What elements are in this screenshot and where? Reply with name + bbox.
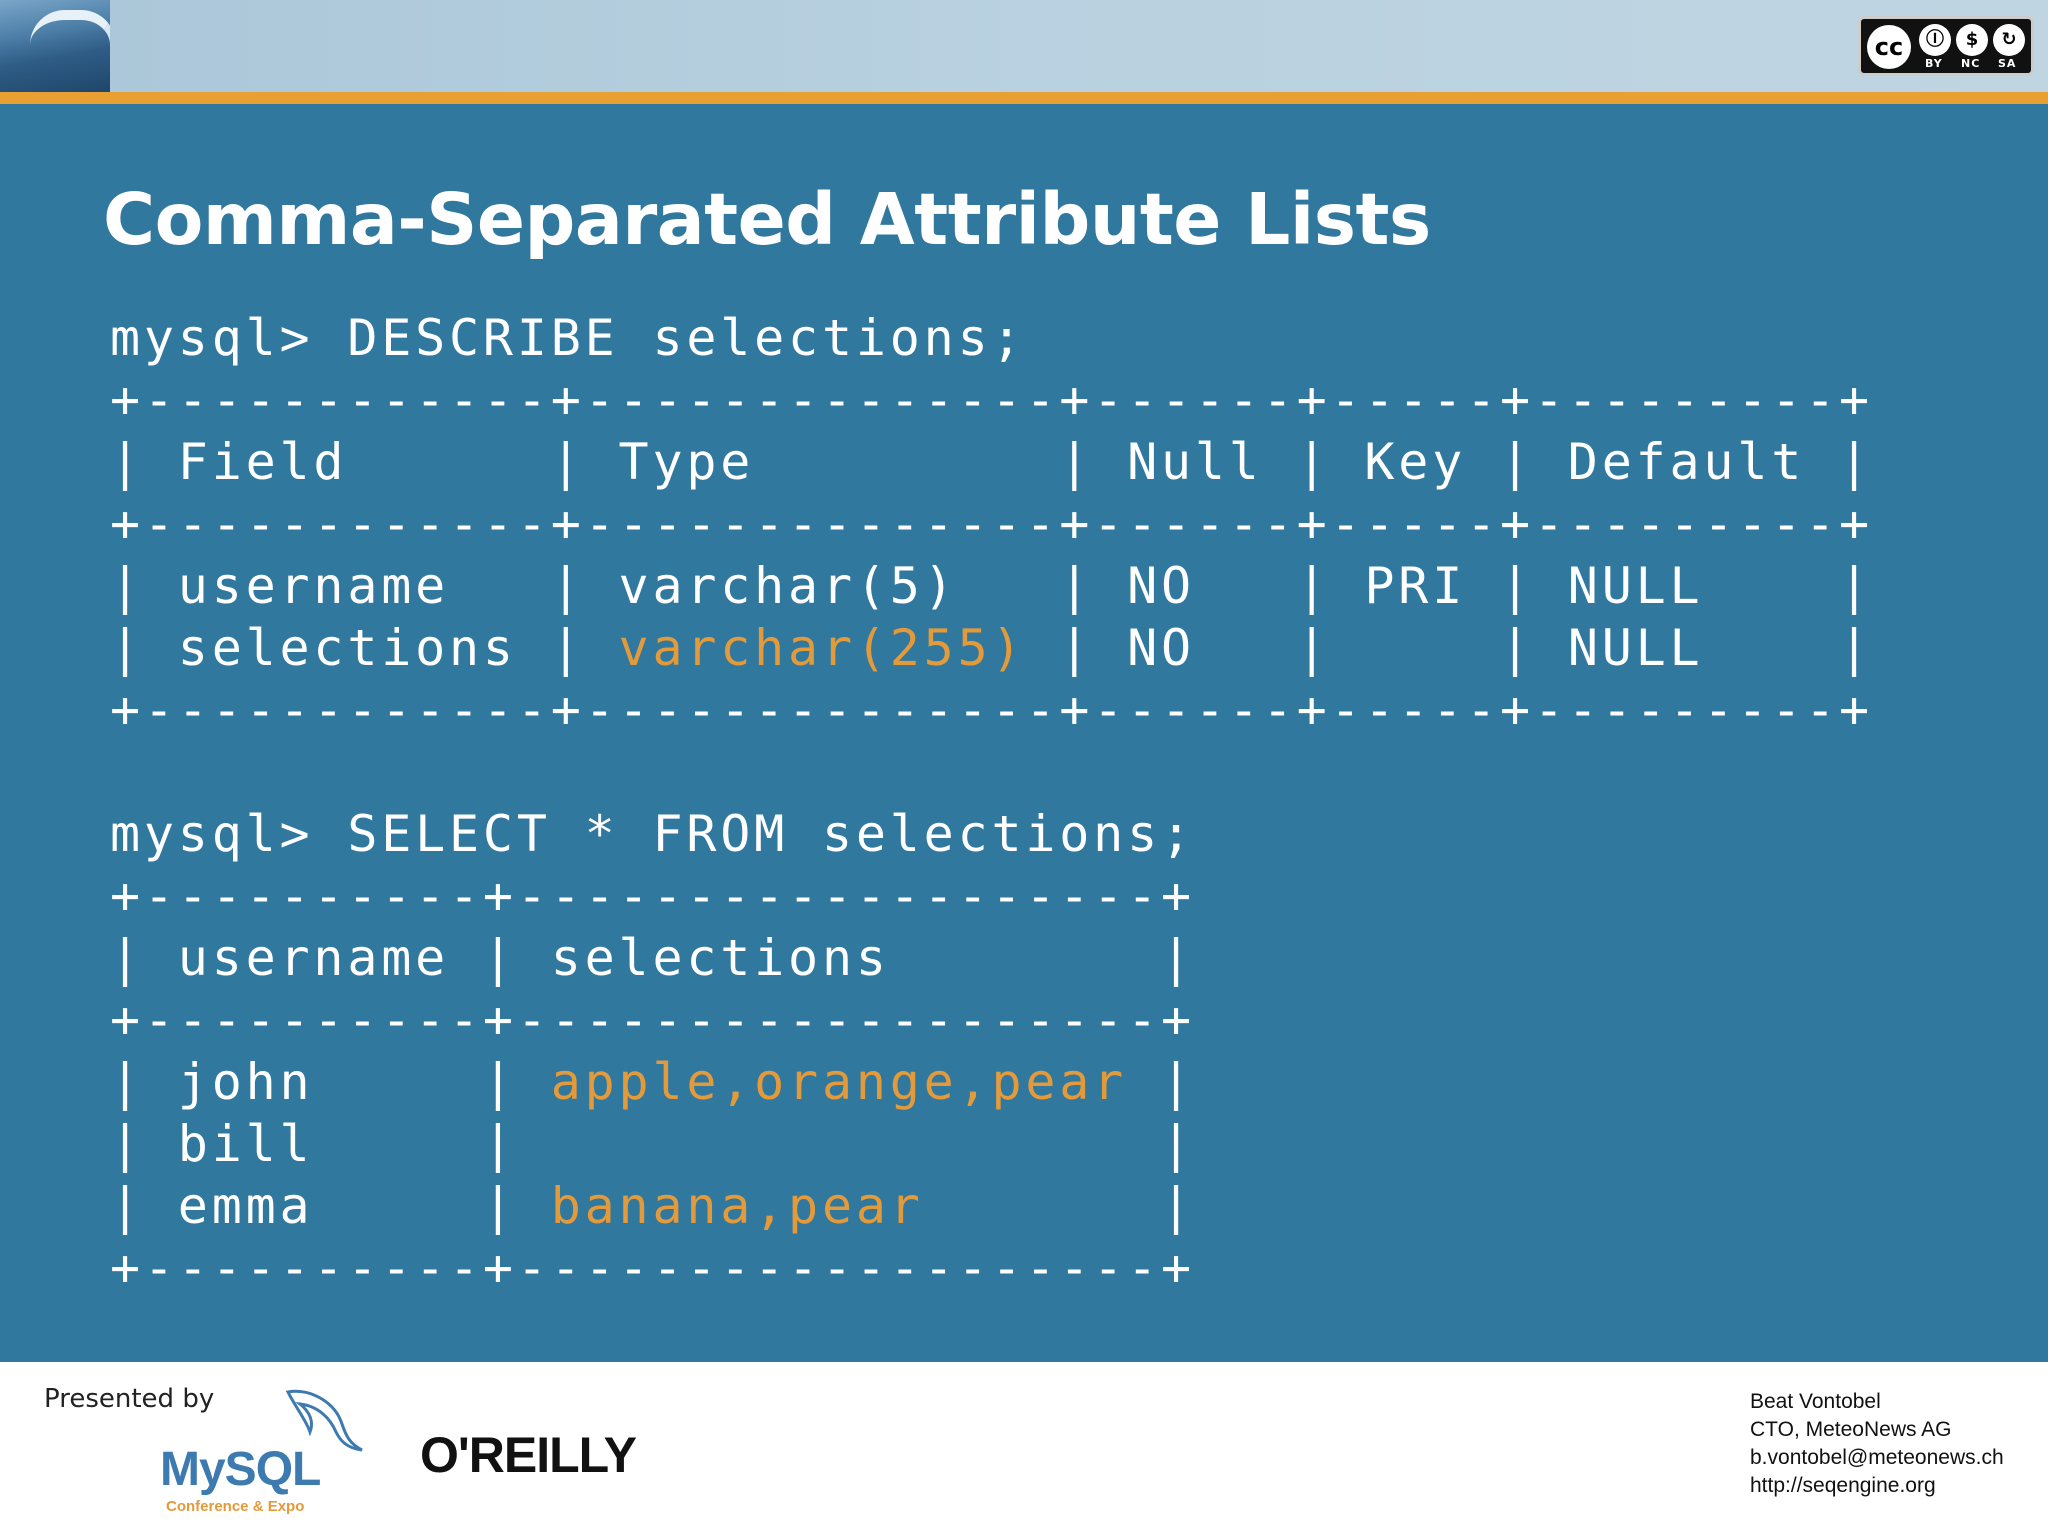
highlighted-selections: banana,pear: [550, 1177, 924, 1235]
describe-output: mysql> DESCRIBE selections; +-----------…: [110, 307, 1873, 741]
select-output: mysql> SELECT * FROM selections; +------…: [110, 803, 1195, 1299]
table-border: +----------+-------------------+: [110, 991, 1195, 1049]
table-border: +------------+--------------+------+----…: [110, 495, 1873, 553]
table-row: | emma | banana,pear |: [110, 1177, 1195, 1235]
slide-footer: Presented by MySQL Conference & Expo O'R…: [0, 1362, 2048, 1536]
cc-icon: cc: [1867, 25, 1911, 69]
table-border: +----------+-------------------+: [110, 1239, 1195, 1297]
top-banner: cc Ⓘ $ ↻ BY NC SA: [0, 0, 2048, 94]
header-divider: [0, 92, 2048, 104]
wave-photo-thumbnail: [0, 0, 110, 92]
presenter-name: Beat Vontobel: [1750, 1390, 1881, 1413]
creative-commons-license-badge: cc Ⓘ $ ↻ BY NC SA: [1858, 16, 2034, 76]
highlighted-type: varchar(255): [618, 619, 1026, 677]
table-border: +------------+--------------+------+----…: [110, 371, 1873, 429]
wave-crest-shape: [30, 10, 110, 80]
presenter-info: Beat Vontobel CTO, MeteoNews AG b.vontob…: [1750, 1388, 2004, 1500]
slide-title: Comma-Separated Attribute Lists: [103, 178, 1431, 261]
describe-prompt: mysql> DESCRIBE selections;: [110, 309, 1026, 367]
presenter-email: b.vontobel@meteonews.ch: [1750, 1446, 2004, 1469]
license-label-sa: SA: [1998, 57, 2017, 70]
presenter-url: http://seqengine.org: [1750, 1474, 1936, 1497]
highlighted-selections: apple,orange,pear: [550, 1053, 1128, 1111]
presenter-role: CTO, MeteoNews AG: [1750, 1418, 1952, 1441]
license-label-by: BY: [1925, 57, 1943, 70]
license-label-nc: NC: [1961, 57, 1981, 70]
table-border: +------------+--------------+------+----…: [110, 681, 1873, 739]
table-border: +----------+-------------------+: [110, 867, 1195, 925]
mysql-logo-subtext: Conference & Expo: [166, 1498, 305, 1515]
mysql-logo-text: MySQL: [160, 1443, 321, 1496]
noncommercial-icon: $: [1956, 24, 1988, 56]
attribution-icon: Ⓘ: [1919, 24, 1951, 56]
select-prompt: mysql> SELECT * FROM selections;: [110, 805, 1195, 863]
table-header-row: | Field | Type | Null | Key | Default |: [110, 433, 1873, 491]
table-row: | username | varchar(5) | NO | PRI | NUL…: [110, 557, 1873, 615]
sharealike-icon: ↻: [1993, 24, 2025, 56]
table-row: | selections | varchar(255) | NO | | NUL…: [110, 619, 1873, 677]
table-row: | john | apple,orange,pear |: [110, 1053, 1195, 1111]
table-row: | bill | |: [110, 1115, 1195, 1173]
mysql-conference-logo: MySQL Conference & Expo: [160, 1384, 380, 1515]
oreilly-logo: O'REILLY: [420, 1427, 637, 1483]
table-header-row: | username | selections |: [110, 929, 1195, 987]
